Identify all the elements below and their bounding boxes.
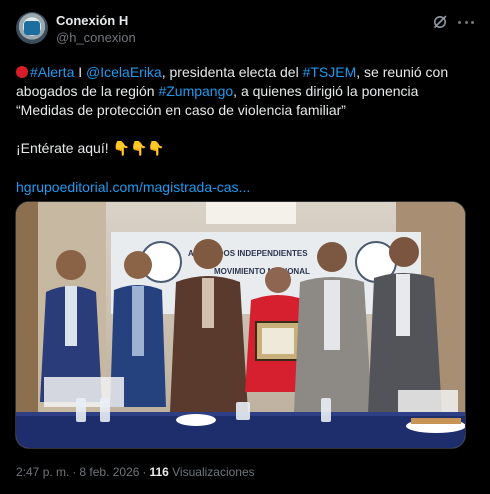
views-label: Visualizaciones: [172, 465, 255, 479]
article-link[interactable]: hgrupoeditorial.com/magistrada-cas...: [16, 179, 250, 195]
tweet-text-fragment: , presidenta electa del: [161, 64, 303, 80]
more-icon[interactable]: [458, 14, 474, 30]
views-count: 116: [149, 465, 169, 479]
mention-icelaerika[interactable]: @IcelaErika: [86, 64, 162, 80]
tweet-line-2: abogados de la región #Zumpango, a quien…: [16, 82, 474, 101]
tweet-meta: 2:47 p. m. · 8 feb. 2026 · 116 Visualizacion…: [16, 464, 255, 480]
hashtag-tsjem[interactable]: #TSJEM: [303, 64, 357, 80]
tweet-cta: ¡Entérate aquí! 👇👇👇: [16, 139, 474, 159]
banner-text-right: MOVIMIENTO NACIONAL: [214, 267, 310, 276]
cta-text: ¡Entérate aquí!: [16, 140, 109, 156]
author-name[interactable]: Conexión H: [56, 13, 136, 29]
tweet-text-fragment: abogados de la región: [16, 83, 159, 99]
avatar[interactable]: [16, 12, 48, 44]
header-actions: [432, 14, 474, 30]
red-circle-icon: [16, 66, 28, 78]
meta-dot: ·: [72, 465, 77, 479]
tweet-header: Conexión H @h_conexion: [16, 10, 474, 50]
pointing-down-emoji: 👇👇👇: [112, 141, 165, 157]
hashtag-zumpango[interactable]: #Zumpango: [158, 83, 233, 99]
tweet-line-3: “Medidas de protección en caso de violen…: [16, 102, 346, 118]
hashtag-alerta[interactable]: #Alerta: [30, 64, 74, 80]
tweet-photo[interactable]: ABOGADOS INDEPENDIENTES MOVIMIENTO NACIO…: [15, 201, 466, 449]
author-handle[interactable]: @h_conexion: [56, 30, 136, 46]
tweet-text-fragment: , a quienes dirigió la ponencia: [233, 83, 419, 99]
grok-icon[interactable]: [432, 14, 448, 30]
post-time[interactable]: 2:47 p. m.: [16, 465, 69, 479]
tweet-line-1: #Alerta I @IcelaErika, presidenta electa…: [16, 63, 474, 82]
meta-dot: ·: [142, 465, 147, 479]
author-info[interactable]: Conexión H @h_conexion: [56, 13, 136, 46]
post-date[interactable]: 8 feb. 2026: [79, 465, 139, 479]
avatar-logo: [24, 21, 40, 35]
separator-text: I: [74, 64, 87, 80]
tweet-text-fragment: , se reunió con: [356, 64, 449, 80]
tweet-text: #Alerta I @IcelaErika, presidenta electa…: [16, 63, 474, 197]
